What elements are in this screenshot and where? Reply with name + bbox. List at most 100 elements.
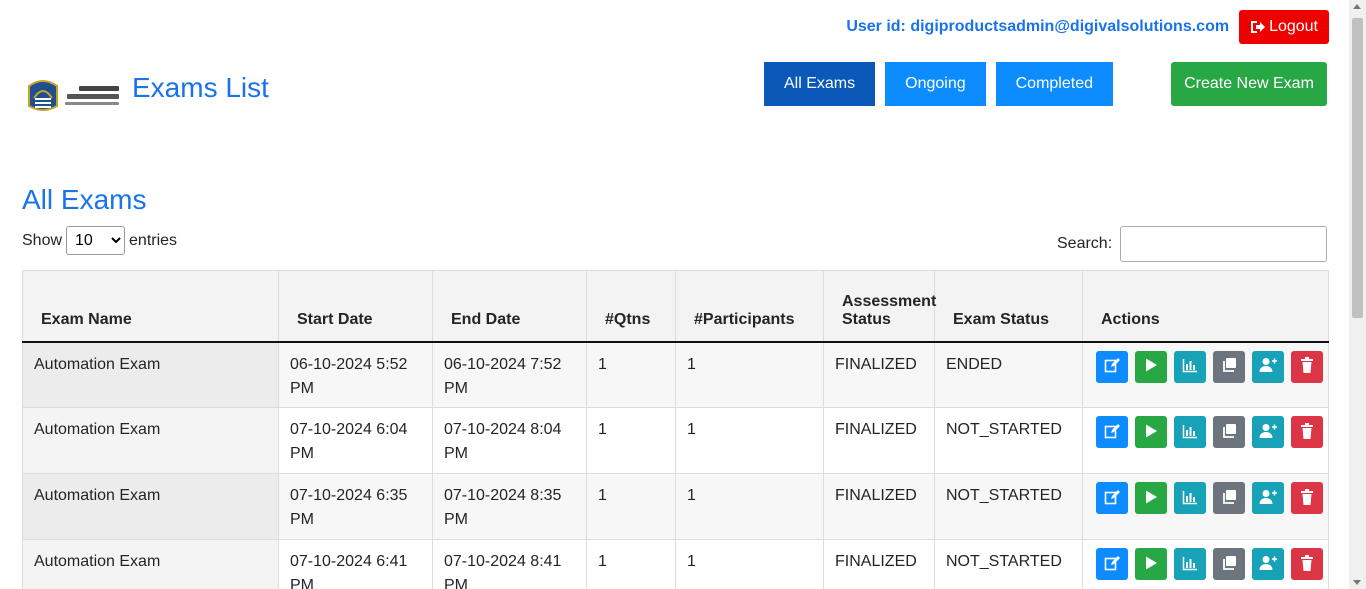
assessment-status-cell: FINALIZED (823, 341, 935, 408)
report-button[interactable] (1174, 350, 1206, 383)
actions-cell (1082, 341, 1329, 408)
action-buttons (1096, 416, 1328, 448)
exam-name-cell: Automation Exam (22, 407, 279, 474)
exam-status-cell: ENDED (934, 341, 1083, 408)
section-title: All Exams (22, 184, 147, 215)
actions-cell (1082, 473, 1329, 540)
actions-cell (1082, 407, 1329, 474)
end-date-cell: 07-10-2024 8:35 PM (432, 473, 587, 540)
logout-button[interactable]: Logout (1239, 10, 1329, 44)
trash-icon (1300, 554, 1314, 574)
assessment-status-cell: FINALIZED (823, 407, 935, 474)
duplicate-exam-button[interactable] (1213, 350, 1245, 383)
assign-participants-button[interactable] (1252, 416, 1284, 448)
col-qtns[interactable]: #Qtns (586, 270, 676, 343)
play-icon (1143, 357, 1159, 376)
logout-icon (1250, 20, 1266, 34)
edit-exam-button[interactable] (1096, 548, 1128, 580)
edit-icon (1104, 489, 1120, 508)
col-exam-name[interactable]: Exam Name (22, 270, 279, 343)
col-end-date[interactable]: End Date (432, 270, 587, 343)
assign-participants-button[interactable] (1252, 548, 1284, 580)
report-button[interactable] (1174, 482, 1206, 514)
start-exam-button[interactable] (1135, 350, 1167, 383)
col-exam-status[interactable]: Exam Status (934, 270, 1083, 343)
action-buttons (1096, 482, 1328, 514)
qtns-cell: 1 (586, 473, 676, 540)
edit-icon (1104, 357, 1120, 376)
scroll-thumb[interactable] (1352, 18, 1363, 318)
trash-icon (1300, 488, 1314, 508)
exam-status-cell: NOT_STARTED (934, 473, 1083, 540)
create-new-exam-button[interactable]: Create New Exam (1171, 62, 1327, 106)
duplicate-exam-button[interactable] (1213, 548, 1245, 580)
table-row: Automation Exam 07-10-2024 6:35 PM 07-10-2… (22, 473, 1329, 540)
participants-cell: 1 (675, 539, 824, 589)
table-header-row: Exam Name Start Date End Date #Qtns #Par… (22, 270, 1329, 343)
start-date-cell: 06-10-2024 5:52 PM (278, 341, 433, 408)
crest-icon (28, 80, 58, 111)
exam-filter-tabs: All Exams Ongoing Completed (764, 62, 1113, 106)
end-date-cell: 07-10-2024 8:04 PM (432, 407, 587, 474)
tab-completed[interactable]: Completed (995, 62, 1113, 106)
chart-icon (1182, 489, 1198, 508)
start-exam-button[interactable] (1135, 482, 1167, 514)
page-scrollbar[interactable] (1349, 0, 1366, 589)
col-participants[interactable]: #Participants (675, 270, 824, 343)
edit-exam-button[interactable] (1096, 482, 1128, 514)
tab-all-exams[interactable]: All Exams (764, 62, 876, 106)
duplicate-exam-button[interactable] (1213, 416, 1245, 448)
user-bar: User id: digiproductsadmin@digivalsoluti… (846, 10, 1329, 44)
delete-exam-button[interactable] (1291, 548, 1323, 580)
report-button[interactable] (1174, 416, 1206, 448)
edit-icon (1104, 423, 1120, 442)
exam-status-cell: NOT_STARTED (934, 407, 1083, 474)
logo-wordmark (63, 85, 119, 105)
user-plus-icon (1259, 357, 1277, 376)
edit-icon (1104, 555, 1120, 574)
qtns-cell: 1 (586, 407, 676, 474)
delete-exam-button[interactable] (1291, 416, 1323, 448)
assign-participants-button[interactable] (1252, 482, 1284, 514)
scroll-down-icon[interactable] (1353, 580, 1361, 585)
start-exam-button[interactable] (1135, 548, 1167, 580)
entries-select[interactable]: 10 (66, 226, 126, 255)
table-row: Automation Exam 07-10-2024 6:04 PM 07-10-2… (22, 407, 1329, 474)
start-date-cell: 07-10-2024 6:35 PM (278, 473, 433, 540)
col-assessment-status[interactable]: Assessment Status (823, 270, 936, 343)
exam-status-cell: NOT_STARTED (934, 539, 1083, 589)
end-date-cell: 06-10-2024 7:52 PM (432, 341, 587, 408)
show-label: Show (22, 231, 63, 249)
action-buttons (1096, 548, 1328, 580)
delete-exam-button[interactable] (1291, 482, 1323, 514)
duplicate-exam-button[interactable] (1213, 482, 1245, 514)
edit-exam-button[interactable] (1096, 416, 1128, 448)
page-title: Exams List (132, 72, 269, 103)
search-input[interactable] (1120, 226, 1328, 262)
assessment-status-cell: FINALIZED (823, 473, 935, 540)
assign-participants-button[interactable] (1252, 350, 1284, 383)
user-plus-icon (1259, 555, 1277, 574)
start-exam-button[interactable] (1135, 416, 1167, 448)
col-actions: Actions (1082, 270, 1329, 343)
copy-icon (1221, 489, 1237, 508)
chart-icon (1182, 357, 1198, 376)
user-plus-icon (1259, 489, 1277, 508)
show-entries-control: Show 10 entries (22, 226, 177, 255)
user-plus-icon (1259, 423, 1277, 442)
assessment-status-cell: FINALIZED (823, 539, 935, 589)
chart-icon (1182, 423, 1198, 442)
play-icon (1143, 555, 1159, 574)
edit-exam-button[interactable] (1096, 350, 1128, 383)
col-start-date[interactable]: Start Date (278, 270, 433, 343)
table-row: Automation Exam 06-10-2024 5:52 PM 06-10-2… (22, 341, 1329, 408)
chart-icon (1182, 555, 1198, 574)
scroll-up-icon[interactable] (1353, 4, 1361, 9)
qtns-cell: 1 (586, 341, 676, 408)
search-label: Search: (1057, 235, 1113, 252)
tab-ongoing[interactable]: Ongoing (885, 62, 986, 106)
start-date-cell: 07-10-2024 6:04 PM (278, 407, 433, 474)
report-button[interactable] (1174, 548, 1206, 580)
exams-table: Exam Name Start Date End Date #Qtns #Par… (22, 270, 1329, 589)
delete-exam-button[interactable] (1291, 350, 1323, 383)
